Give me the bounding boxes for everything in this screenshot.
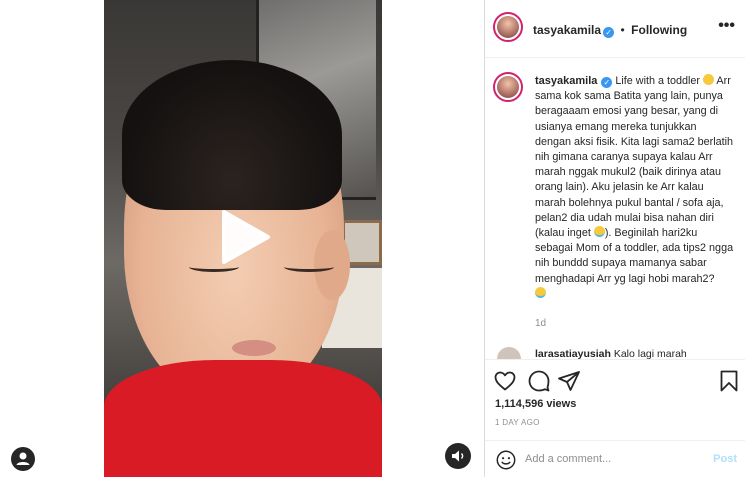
toddler-mouth (232, 340, 276, 356)
comment-text: larasatiayusiah Kalo lagi marah (535, 348, 687, 359)
post-details-panel: tasyakamila ✓ • Following ••• tasyakamila… (485, 0, 745, 477)
separator-dot: • (620, 23, 625, 37)
bookmark-icon[interactable] (717, 369, 741, 393)
emoji-picker-icon[interactable] (495, 449, 517, 471)
caption-username[interactable]: tasyakamila (535, 75, 597, 87)
laugh-emoji-icon (593, 226, 605, 238)
following-button[interactable]: Following (631, 23, 687, 37)
toddler-eye-right (284, 262, 334, 272)
red-shirt (104, 360, 382, 477)
add-comment-bar: Post (485, 440, 745, 477)
verified-icon: ✓ (603, 27, 615, 38)
laugh-emoji-icon (535, 286, 546, 298)
comment-item: larasatiayusiah Kalo lagi marah (485, 341, 745, 359)
media-area (0, 0, 485, 477)
caption-body-1: Arr sama kok sama Batita yang lain, puny… (535, 75, 734, 240)
post-header: tasyakamila ✓ • Following ••• (485, 0, 745, 58)
caption-section: tasyakamila ✓ Life with a toddler Arr sam… (485, 58, 745, 341)
heart-icon[interactable] (493, 369, 517, 393)
post-timestamp[interactable]: 1 DAY AGO (495, 418, 540, 427)
verified-icon: ✓ (601, 77, 613, 88)
toddler-hair (122, 60, 342, 210)
post-comment-button[interactable]: Post (713, 453, 737, 465)
commenter-username[interactable]: larasatiayusiah (535, 348, 611, 359)
caption-avatar[interactable] (493, 72, 523, 102)
more-horizontal-icon[interactable]: ••• (718, 17, 735, 35)
volume-button[interactable] (445, 443, 471, 469)
caption-text: tasyakamila ✓ Life with a toddler Arr sam… (535, 74, 735, 302)
share-icon[interactable] (557, 369, 581, 393)
comment-input[interactable] (525, 450, 695, 468)
comment-body: Kalo lagi marah (613, 348, 687, 359)
username-link[interactable]: tasyakamila (533, 23, 601, 37)
caption-time[interactable]: 1d (535, 318, 546, 329)
commenter-avatar[interactable] (497, 347, 521, 359)
view-count[interactable]: 1,114,596 views (495, 398, 576, 410)
person-icon (16, 452, 30, 465)
avatar[interactable] (493, 12, 523, 42)
play-icon[interactable] (218, 208, 272, 266)
smile-emoji-icon (703, 74, 715, 85)
speaker-icon (452, 450, 464, 462)
tagged-user-icon[interactable] (11, 447, 35, 471)
post-actions: 1,114,596 views 1 DAY AGO (485, 359, 745, 449)
post-author: tasyakamila ✓ • Following (533, 21, 687, 39)
caption-title: Life with a toddler (615, 75, 701, 87)
comment-icon[interactable] (527, 369, 551, 393)
